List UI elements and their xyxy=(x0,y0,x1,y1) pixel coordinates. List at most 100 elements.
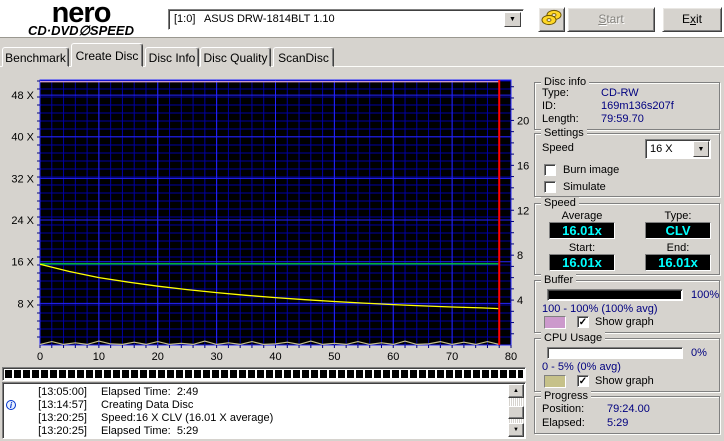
speed-select[interactable]: 16 X ▼ xyxy=(645,139,711,159)
svg-text:20: 20 xyxy=(517,115,529,127)
disc-id-value: 169m136s207f xyxy=(601,100,674,112)
svg-text:4: 4 xyxy=(517,295,523,307)
progress-title: Progress xyxy=(541,390,592,402)
tab-scandisc-label: ScanDisc xyxy=(278,51,329,65)
settings-title: Settings xyxy=(541,127,587,139)
tab-benchmark-label: Benchmark xyxy=(5,51,66,65)
svg-text:16 X: 16 X xyxy=(11,257,34,269)
header-toolbar: nero CD·DVD∅SPEED [1:0] ASUS DRW-1814BLT… xyxy=(0,0,724,38)
discs-icon xyxy=(541,9,562,29)
drive-select-dropdown-button[interactable]: ▼ xyxy=(504,12,521,27)
info-icon: i xyxy=(6,399,16,410)
tab-create-disc[interactable]: Create Disc xyxy=(71,43,143,67)
tab-benchmark[interactable]: Benchmark xyxy=(2,47,69,67)
disc-type-label: Type: xyxy=(542,87,569,99)
simulate-label: Simulate xyxy=(563,181,606,193)
scroll-thumb[interactable] xyxy=(508,406,524,419)
speed-end-value: 16.01x xyxy=(645,254,711,271)
scroll-down-button[interactable]: ▼ xyxy=(508,423,524,437)
log-row: i [13:14:57] Creating Data Disc xyxy=(3,398,525,411)
log-scrollbar[interactable]: ▲ ▼ xyxy=(508,384,524,437)
position-value: 79:24.00 xyxy=(607,403,650,415)
cd-dvd-speed-logo-text: CD·DVD∅SPEED xyxy=(28,23,134,38)
speed-setting-label: Speed xyxy=(542,142,574,154)
svg-text:60: 60 xyxy=(387,351,399,363)
write-speed-chart: 48 X 40 X 32 X 24 X 16 X8 X 20 16 12 8 4 0 10 20 30 40… xyxy=(0,76,530,366)
log-time: [13:20:25] xyxy=(38,411,87,424)
start-button[interactable]: Start xyxy=(567,7,655,32)
nero-cd-dvd-speed-window: nero CD·DVD∅SPEED [1:0] ASUS DRW-1814BLT… xyxy=(0,0,724,441)
svg-text:40: 40 xyxy=(269,351,281,363)
svg-text:40 X: 40 X xyxy=(11,132,34,144)
cpu-range-text: 0 - 5% (0% avg) xyxy=(542,361,621,373)
write-progress-bar xyxy=(2,367,526,381)
simulate-checkbox[interactable] xyxy=(544,181,556,193)
svg-text:10: 10 xyxy=(93,351,105,363)
svg-text:80: 80 xyxy=(505,351,517,363)
buffer-title: Buffer xyxy=(541,274,577,286)
scroll-up-button[interactable]: ▲ xyxy=(508,384,524,398)
log-time: [13:20:25] xyxy=(38,424,87,437)
speed-group: Speed Average Type: 16.01x CLV Start: En… xyxy=(534,197,720,275)
disc-info-group: Disc info Type: CD-RW ID: 169m136s207f L… xyxy=(534,76,720,130)
disc-length-value: 79:59.70 xyxy=(601,113,644,125)
cpu-usage-group: CPU Usage 0% 0 - 5% (0% avg) ✓ Show grap… xyxy=(534,332,720,392)
buffer-meter xyxy=(547,289,683,301)
svg-text:70: 70 xyxy=(446,351,458,363)
write-progress-bar-fill xyxy=(5,370,523,378)
drive-select-value: [1:0] ASUS DRW-1814BLT 1.10 xyxy=(174,13,335,25)
write-speed-chart-svg: 48 X40 X32 X24 X16 X8 X201612840 10 20 30 40… xyxy=(11,79,529,363)
speed-type-value: CLV xyxy=(645,222,711,239)
exit-button-label-pre: E xyxy=(681,12,690,26)
event-log-list[interactable]: [13:05:00] Elapsed Time: 2:49 i [13:14:5… xyxy=(2,382,526,439)
tab-disc-info-label: Disc Info xyxy=(148,51,196,65)
svg-text:16: 16 xyxy=(517,160,529,172)
buffer-percent: 100% xyxy=(691,289,720,301)
log-time: [13:05:00] xyxy=(38,385,87,398)
svg-text:24 X: 24 X xyxy=(11,215,34,227)
disc-type-value: CD-RW xyxy=(601,87,639,99)
svg-text:48 X: 48 X xyxy=(11,90,34,102)
drive-select[interactable]: [1:0] ASUS DRW-1814BLT 1.10 ▼ xyxy=(168,9,524,30)
tab-create-disc-label: Create Disc xyxy=(75,49,139,63)
nero-logo-text: nero xyxy=(51,0,112,29)
speed-end-label: End: xyxy=(666,242,690,254)
cpu-usage-title: CPU Usage xyxy=(541,332,606,344)
svg-text:12: 12 xyxy=(517,205,529,217)
speed-average-value: 16.01x xyxy=(549,222,615,239)
cpu-show-graph-checkbox[interactable]: ✓ xyxy=(577,375,589,387)
disc-tools-button[interactable] xyxy=(538,7,565,32)
exit-button-label-post: it xyxy=(696,12,702,26)
buffer-meter-fill xyxy=(549,291,681,299)
speed-start-label: Start: xyxy=(568,242,596,254)
buffer-show-graph-checkbox[interactable]: ✓ xyxy=(577,316,589,328)
elapsed-value: 5:29 xyxy=(607,417,629,429)
buffer-group: Buffer 100% 100 - 100% (100% avg) ✓ Show… xyxy=(534,274,720,333)
burn-image-label: Burn image xyxy=(563,164,620,176)
position-label: Position: xyxy=(542,403,585,415)
cpu-graph-color-swatch xyxy=(544,375,566,388)
elapsed-label: Elapsed: xyxy=(542,417,585,429)
exit-button[interactable]: Exit xyxy=(662,7,722,32)
cpu-meter xyxy=(547,347,683,359)
progress-group: Progress Position: 79:24.00 Elapsed: 5:2… xyxy=(534,390,720,434)
svg-text:0: 0 xyxy=(37,351,43,363)
disc-id-label: ID: xyxy=(542,100,557,112)
speed-type-label: Type: xyxy=(664,210,692,222)
log-text: Elapsed Time: 5:29 xyxy=(101,424,199,437)
tab-disc-quality[interactable]: Disc Quality xyxy=(200,47,271,67)
tab-disc-info[interactable]: Disc Info xyxy=(145,47,199,67)
burn-image-checkbox[interactable] xyxy=(544,164,556,176)
tab-scandisc[interactable]: ScanDisc xyxy=(273,47,334,67)
speed-select-dropdown-button[interactable]: ▼ xyxy=(693,141,709,157)
svg-text:50: 50 xyxy=(328,351,340,363)
buffer-range-text: 100 - 100% (100% avg) xyxy=(542,303,658,315)
tab-disc-quality-label: Disc Quality xyxy=(203,51,268,65)
speed-group-title: Speed xyxy=(541,197,579,209)
cpu-percent: 0% xyxy=(691,347,707,359)
speed-select-value: 16 X xyxy=(650,143,673,155)
settings-group: Settings Speed 16 X ▼ Burn image Simulat… xyxy=(534,127,720,197)
buffer-graph-color-swatch xyxy=(544,316,566,329)
log-text: Speed:16 X CLV (16.01 X average) xyxy=(101,411,274,424)
disc-length-label: Length: xyxy=(542,113,579,125)
